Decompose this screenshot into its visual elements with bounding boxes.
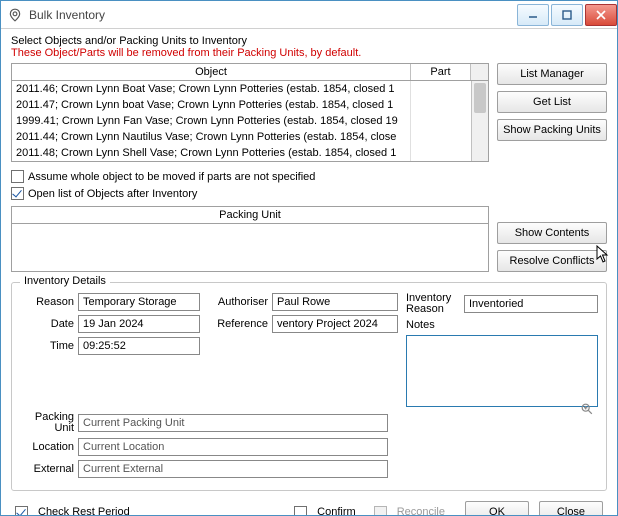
reference-label: Reference: [208, 318, 268, 330]
reason-field[interactable]: Temporary Storage: [78, 293, 200, 311]
reconcile-label: Reconcile: [397, 506, 445, 515]
notes-field[interactable]: [406, 335, 598, 407]
reason-label: Reason: [20, 296, 74, 308]
table-row[interactable]: 2011.46; Crown Lynn Boat Vase; Crown Lyn…: [12, 81, 471, 97]
cell-part: [411, 145, 471, 161]
objects-grid[interactable]: Object Part 2011.46; Crown Lynn Boat Vas…: [11, 63, 489, 162]
cell-object: 2011.48; Crown Lynn Shell Vase; Crown Ly…: [12, 145, 411, 161]
reference-field[interactable]: ventory Project 2024: [272, 315, 398, 333]
show-packing-units-button[interactable]: Show Packing Units: [497, 119, 607, 141]
check-rest-period-label: Check Rest Period: [38, 506, 130, 515]
scrollbar-thumb[interactable]: [474, 83, 486, 113]
packing-unit-body[interactable]: [12, 224, 488, 260]
assume-whole-checkbox[interactable]: [11, 170, 24, 183]
close-window-button[interactable]: [585, 4, 617, 26]
list-manager-button[interactable]: List Manager: [497, 63, 607, 85]
date-field[interactable]: 19 Jan 2024: [78, 315, 200, 333]
external-field[interactable]: Current External: [78, 460, 388, 478]
authoriser-field[interactable]: Paul Rowe: [272, 293, 398, 311]
app-icon: [7, 7, 23, 23]
packing-unit-label: PackingUnit: [20, 412, 74, 434]
open-list-after-label: Open list of Objects after Inventory: [28, 188, 197, 200]
cell-object: 2011.47; Crown Lynn boat Vase; Crown Lyn…: [12, 97, 411, 113]
date-label: Date: [20, 318, 74, 330]
packing-unit-grid[interactable]: Packing Unit: [11, 206, 489, 272]
maximize-button[interactable]: [551, 4, 583, 26]
cell-object: 2011.46; Crown Lynn Boat Vase; Crown Lyn…: [12, 81, 411, 97]
packing-unit-header[interactable]: Packing Unit: [12, 207, 488, 224]
confirm-checkbox[interactable]: [294, 506, 307, 516]
reconcile-checkbox: [374, 506, 387, 516]
notes-label: Notes: [406, 319, 460, 331]
table-row[interactable]: 2011.47; Crown Lynn boat Vase; Crown Lyn…: [12, 97, 471, 113]
time-field[interactable]: 09:25:52: [78, 337, 200, 355]
col-header-part[interactable]: Part: [411, 64, 471, 80]
location-field[interactable]: Current Location: [78, 438, 388, 456]
grid-scrollbar[interactable]: [471, 81, 488, 161]
assume-whole-label: Assume whole object to be moved if parts…: [28, 171, 315, 183]
cell-object: 1999.41; Crown Lynn Fan Vase; Crown Lynn…: [12, 113, 411, 129]
cell-part: [411, 81, 471, 97]
get-list-button[interactable]: Get List: [497, 91, 607, 113]
table-row[interactable]: 2011.44; Crown Lynn Nautilus Vase; Crown…: [12, 129, 471, 145]
col-header-object[interactable]: Object: [12, 64, 411, 80]
grid-rows[interactable]: 2011.46; Crown Lynn Boat Vase; Crown Lyn…: [12, 81, 471, 161]
cell-part: [411, 129, 471, 145]
window-title: Bulk Inventory: [29, 8, 515, 22]
minimize-button[interactable]: [517, 4, 549, 26]
packing-unit-field[interactable]: Current Packing Unit: [78, 414, 388, 432]
location-label: Location: [20, 441, 74, 453]
inventory-details-legend: Inventory Details: [20, 275, 110, 287]
col-scroll-gutter: [471, 64, 488, 80]
grid-header: Object Part: [12, 64, 488, 81]
table-row[interactable]: 2011.48; Crown Lynn Shell Vase; Crown Ly…: [12, 145, 471, 161]
external-label: External: [20, 463, 74, 475]
inventory-details-group: Inventory Details Reason Temporary Stora…: [11, 282, 607, 491]
instruction-warning: These Object/Parts will be removed from …: [11, 47, 607, 59]
cell-part: [411, 113, 471, 129]
magnify-icon[interactable]: [580, 402, 594, 416]
close-button[interactable]: Close: [539, 501, 603, 515]
instructions: Select Objects and/or Packing Units to I…: [11, 35, 607, 59]
cell-part: [411, 97, 471, 113]
table-row[interactable]: 1999.41; Crown Lynn Fan Vase; Crown Lynn…: [12, 113, 471, 129]
open-list-after-checkbox[interactable]: [11, 187, 24, 200]
time-label: Time: [20, 340, 74, 352]
ok-button[interactable]: OK: [465, 501, 529, 515]
authoriser-label: Authoriser: [208, 296, 268, 308]
bulk-inventory-window: Bulk Inventory Select Objects and/or Pac…: [0, 0, 618, 516]
show-contents-button[interactable]: Show Contents: [497, 222, 607, 244]
inventory-reason-field[interactable]: Inventoried: [464, 295, 598, 313]
confirm-label: Confirm: [317, 506, 356, 515]
titlebar: Bulk Inventory: [1, 1, 617, 29]
resolve-conflicts-button[interactable]: Resolve Conflicts: [497, 250, 607, 272]
check-rest-period-checkbox[interactable]: [15, 506, 28, 516]
cell-object: 2011.44; Crown Lynn Nautilus Vase; Crown…: [12, 129, 411, 145]
instruction-line-1: Select Objects and/or Packing Units to I…: [11, 35, 607, 47]
inventory-reason-label: InventoryReason: [406, 293, 460, 315]
